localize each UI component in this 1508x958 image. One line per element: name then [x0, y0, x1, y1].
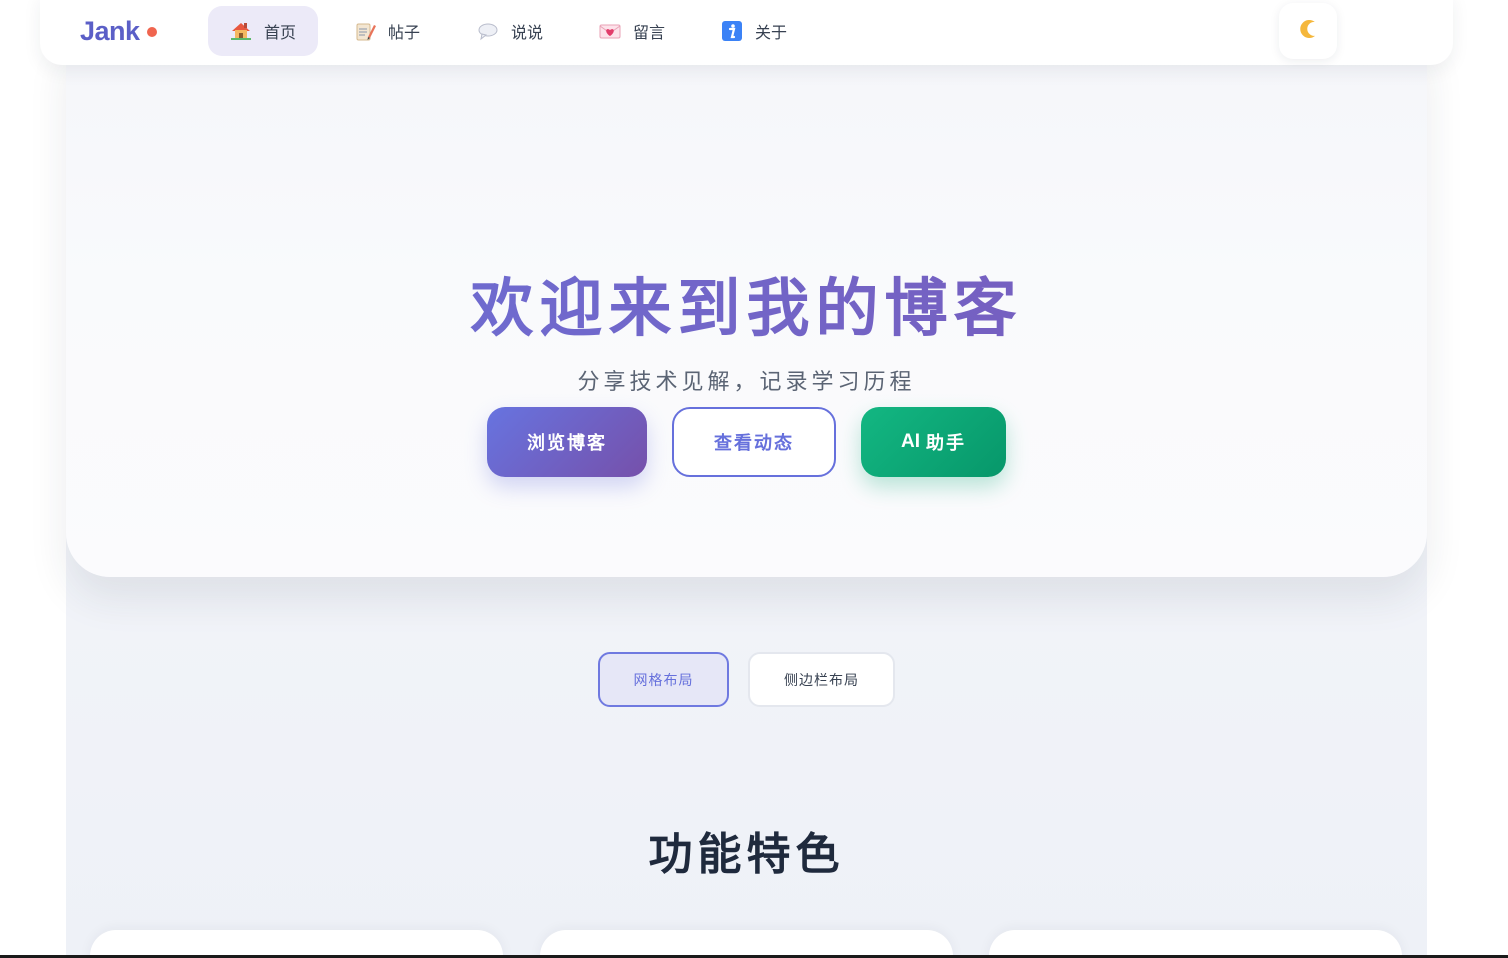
- logo-dot: [147, 27, 157, 37]
- nav-item-posts[interactable]: 帖子: [332, 6, 442, 56]
- info-icon: [721, 20, 743, 42]
- moon-icon: [1296, 17, 1320, 45]
- house-icon: [230, 20, 252, 42]
- sidebar-layout-button[interactable]: 侧边栏布局: [748, 652, 895, 707]
- nav-item-home[interactable]: 首页: [208, 6, 319, 56]
- hero-title: 欢迎来到我的博客: [66, 258, 1427, 349]
- love-letter-icon: [599, 20, 621, 42]
- ai-assistant-button[interactable]: AI 助手: [861, 407, 1006, 477]
- speech-bubble-icon: [477, 20, 499, 42]
- nav-item-label: 说说: [511, 23, 544, 42]
- browse-blog-button[interactable]: 浏览博客: [487, 407, 647, 477]
- hero-section: 欢迎来到我的博客 分享技术见解，记录学习历程 浏览博客 查看动态 AI 助手: [66, 40, 1427, 577]
- grid-layout-button[interactable]: 网格布局: [598, 652, 729, 707]
- feature-card: [90, 930, 503, 958]
- nav-item-moments[interactable]: 说说: [455, 6, 565, 56]
- ai-button-label: 助手: [926, 433, 966, 454]
- memo-icon: [354, 20, 376, 42]
- features-title: 功能特色: [648, 829, 845, 880]
- top-navbar: Jank 首页 帖子 说说 留言 关于: [40, 0, 1453, 65]
- site-logo[interactable]: Jank: [80, 16, 140, 47]
- nav-item-label: 留言: [633, 23, 666, 42]
- nav-item-label: 帖子: [388, 23, 421, 42]
- nav-item-guestbook[interactable]: 留言: [577, 6, 687, 56]
- theme-toggle-button[interactable]: [1279, 3, 1337, 59]
- view-moments-button[interactable]: 查看动态: [672, 407, 836, 477]
- ai-button-prefix: AI: [901, 431, 920, 452]
- nav-item-label: 首页: [264, 23, 297, 42]
- nav-item-about[interactable]: 关于: [699, 6, 809, 56]
- nav-item-label: 关于: [755, 23, 788, 42]
- hero-subtitle: 分享技术见解，记录学习历程: [577, 370, 916, 395]
- feature-card: [540, 930, 953, 958]
- feature-card: [989, 930, 1402, 958]
